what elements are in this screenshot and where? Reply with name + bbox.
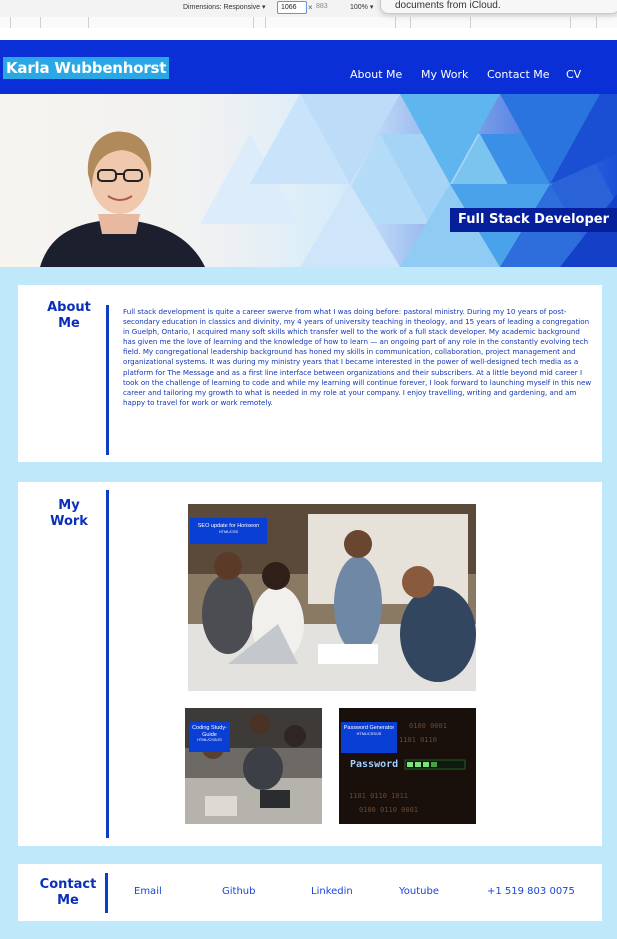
project-card-password-generator[interactable]: 0100 0001 1101 0110 1101 0110 1011 0100 …	[339, 708, 476, 824]
contact-heading-line1: Contact	[39, 877, 97, 892]
contact-github-link[interactable]: Github	[222, 886, 255, 897]
project-study-guide-tech: HTML/CSS/JS	[197, 738, 222, 742]
dimensions-dropdown[interactable]: Dimensions: Responsive ▾	[183, 3, 266, 11]
work-heading-line1: My	[58, 498, 80, 513]
hero-background-image	[0, 94, 617, 267]
nav-cv[interactable]: CV	[566, 68, 581, 81]
svg-text:1101 0110: 1101 0110	[399, 736, 437, 744]
project-password-title: Password Generator	[343, 725, 395, 731]
nav-my-work[interactable]: My Work	[421, 68, 468, 81]
nav-about-me[interactable]: About Me	[350, 68, 402, 81]
contact-email-link[interactable]: Email	[134, 886, 162, 897]
work-heading-line2: Work	[50, 514, 88, 529]
height-input[interactable]: 883	[316, 3, 328, 10]
zoom-dropdown[interactable]: 100% ▾	[350, 3, 373, 11]
notification-popup[interactable]: documents from iCloud.	[380, 0, 617, 14]
project-password-tech: HTML/CSS/JS	[356, 731, 382, 736]
contact-divider	[105, 873, 108, 913]
portfolio-page: Karla Wubbenhorst About Me My Work Conta…	[0, 40, 617, 939]
about-heading-line1: About	[47, 300, 91, 315]
about-heading-line2: Me	[58, 316, 80, 331]
work-divider	[106, 490, 109, 838]
project-card-horiseon[interactable]: SEO update for Horiseon HTML/CSS	[188, 504, 476, 691]
work-heading: My Work	[24, 498, 114, 530]
devtools-ruler	[0, 17, 617, 28]
hero-title: Full Stack Developer	[450, 208, 617, 232]
contact-heading-line2: Me	[57, 893, 79, 908]
project-study-guide-title: Coding Study-Guide	[192, 725, 227, 738]
contact-section: Contact Me Email Github Linkedin Youtube…	[18, 864, 602, 921]
brand-name[interactable]: Karla Wubbenhorst	[3, 57, 170, 79]
project-study-guide-label: Coding Study-Guide HTML/CSS/JS	[189, 722, 230, 752]
contact-phone-link[interactable]: +1 519 803 0075	[487, 886, 575, 897]
svg-text:0100 0001: 0100 0001	[409, 722, 447, 730]
about-section: About Me Full stack development is quite…	[18, 285, 602, 462]
about-body: Full stack development is quite a career…	[123, 307, 592, 407]
site-header: Karla Wubbenhorst About Me My Work Conta…	[0, 40, 617, 94]
project-horiseon-tech: HTML/CSS	[218, 529, 239, 534]
project-horiseon-title: SEO update for Horiseon	[197, 523, 260, 529]
about-heading: About Me	[24, 300, 114, 332]
about-divider	[106, 305, 109, 455]
work-section: My Work SEO update for Horiseon HTML/CSS…	[18, 482, 602, 846]
hero-banner: Full Stack Developer	[0, 94, 617, 267]
contact-youtube-link[interactable]: Youtube	[399, 886, 439, 897]
svg-text:1101 0110 1011: 1101 0110 1011	[349, 792, 408, 800]
svg-text:0100 0110 0001: 0100 0110 0001	[359, 806, 418, 814]
password-screen-text: Password	[350, 759, 399, 770]
contact-linkedin-link[interactable]: Linkedin	[311, 886, 353, 897]
project-horiseon-label: SEO update for Horiseon HTML/CSS	[190, 518, 267, 544]
project-password-label: Password Generator HTML/CSS/JS	[341, 722, 397, 753]
nav-contact-me[interactable]: Contact Me	[487, 68, 550, 81]
project-card-study-guide[interactable]: Coding Study-Guide HTML/CSS/JS	[185, 708, 322, 824]
contact-heading: Contact Me	[23, 877, 113, 909]
width-input[interactable]: 1066	[277, 1, 307, 14]
times-symbol: ×	[308, 3, 313, 12]
notification-text: documents from iCloud.	[395, 0, 501, 11]
